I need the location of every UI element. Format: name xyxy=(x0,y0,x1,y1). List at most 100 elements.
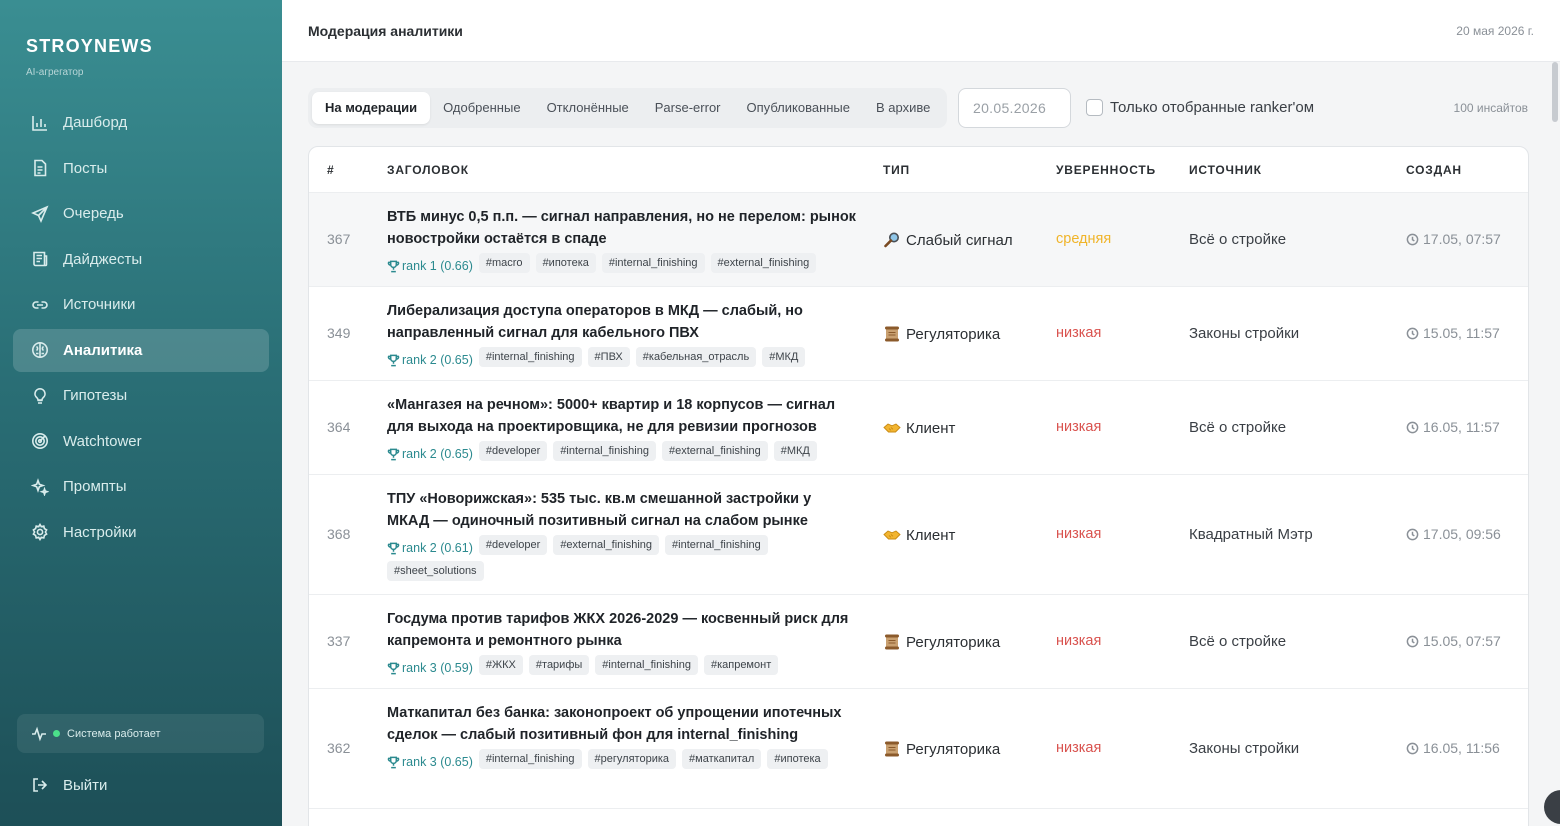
tab-1[interactable]: Одобренные xyxy=(430,92,533,124)
row-title[interactable]: Либерализация доступа операторов в МКД —… xyxy=(387,300,857,344)
system-status: Система работает xyxy=(17,714,264,753)
clock-icon xyxy=(1406,528,1419,540)
pulse-icon xyxy=(32,726,46,741)
header-confidence: УВЕРЕННОСТЬ xyxy=(1056,163,1156,177)
sidebar-item-label: Посты xyxy=(63,159,108,177)
brand-name: STROYNEWS xyxy=(26,36,153,56)
radar-icon xyxy=(31,432,49,450)
sidebar-item-8[interactable]: Промпты xyxy=(13,465,269,508)
table-row[interactable]: 337 Госдума против тарифов ЖКХ 2026-2029 … xyxy=(309,595,1528,689)
document-icon xyxy=(31,159,49,177)
row-title[interactable]: ВТБ минус 0,5 п.п. — сигнал направления,… xyxy=(387,206,857,250)
created-text: 17.05, 07:57 xyxy=(1423,231,1501,247)
trophy-icon xyxy=(387,448,400,460)
row-confidence: средняя xyxy=(1056,231,1112,247)
clock-icon xyxy=(1406,233,1419,245)
header-id: # xyxy=(327,163,335,177)
row-title[interactable]: ТПУ «Новорижская»: 535 тыс. кв.м смешанн… xyxy=(387,488,857,532)
tag-chip: #ипотека xyxy=(535,253,596,273)
rank-badge: rank 2 (0.65) xyxy=(387,444,473,464)
row-created: 16.05, 11:56 xyxy=(1406,740,1500,756)
trophy-icon xyxy=(387,542,400,554)
tag-chip: #internal_finishing xyxy=(478,749,582,769)
rank-text: rank 2 (0.65) xyxy=(402,447,473,461)
table-row[interactable]: 364 «Мангазея на речном»: 5000+ квартир и… xyxy=(309,381,1528,475)
tag-chip: #регуляторика xyxy=(587,749,677,769)
row-title-cell: Либерализация доступа операторов в МКД —… xyxy=(387,300,857,373)
row-created: 17.05, 09:56 xyxy=(1406,526,1501,542)
sidebar-item-1[interactable]: Посты xyxy=(13,147,269,190)
table-body: 367 ВТБ минус 0,5 п.п. — сигнал направлен… xyxy=(309,193,1528,809)
row-type: Регуляторика xyxy=(883,633,1000,651)
logout-button[interactable]: Выйти xyxy=(31,776,107,794)
link-icon xyxy=(31,296,49,314)
rank-badge: rank 1 (0.66) xyxy=(387,256,473,276)
row-id: 362 xyxy=(327,740,351,756)
insights-table: # ЗАГОЛОВОК ТИП УВЕРЕННОСТЬ ИСТОЧНИК СОЗ… xyxy=(308,146,1529,826)
row-meta: rank 2 (0.65) #internal_finishing #ПВХ #каб… xyxy=(387,347,857,373)
row-title-cell: Госдума против тарифов ЖКХ 2026-2029 — к… xyxy=(387,608,857,681)
sidebar-item-3[interactable]: Дайджесты xyxy=(13,238,269,281)
trophy-icon xyxy=(387,756,400,768)
page-scrollbar[interactable] xyxy=(1552,62,1558,122)
sidebar-item-7[interactable]: Watchtower xyxy=(13,420,269,463)
row-type-label: Регуляторика xyxy=(906,325,1001,343)
sidebar-item-label: Дайджесты xyxy=(63,250,143,268)
tag-chip: #капремонт xyxy=(703,655,779,675)
tab-4[interactable]: Опубликованные xyxy=(734,92,864,124)
sidebar-item-4[interactable]: Источники xyxy=(13,283,269,326)
tag-chip: #internal_finishing xyxy=(595,655,698,675)
tag-chip: #ПВХ xyxy=(587,347,630,367)
rank-text: rank 2 (0.65) xyxy=(402,353,473,367)
trophy-icon xyxy=(387,260,400,272)
sidebar-item-label: Дашборд xyxy=(63,114,128,131)
table-row[interactable]: 367 ВТБ минус 0,5 п.п. — сигнал направлен… xyxy=(309,193,1528,287)
row-type-label: Клиент xyxy=(906,419,956,437)
only-ranked-label: Только отобранные ranker'ом xyxy=(1110,99,1315,116)
tag-chip: #developer xyxy=(478,535,548,555)
sidebar-item-6[interactable]: Гипотезы xyxy=(13,374,269,417)
created-text: 15.05, 11:57 xyxy=(1423,325,1500,341)
brain-icon xyxy=(31,341,49,359)
row-title-cell: Маткапитал без банка: законопроект об уп… xyxy=(387,702,857,775)
brand-subtitle: AI-агрегатор xyxy=(26,67,84,78)
date-filter-input[interactable] xyxy=(958,88,1071,128)
tab-3[interactable]: Parse-error xyxy=(642,92,734,124)
row-type-label: Регуляторика xyxy=(906,633,1001,651)
sidebar-item-2[interactable]: Очередь xyxy=(13,192,269,235)
table-row[interactable]: 368 ТПУ «Новорижская»: 535 тыс. кв.м смеш… xyxy=(309,475,1528,595)
row-title[interactable]: Госдума против тарифов ЖКХ 2026-2029 — к… xyxy=(387,608,857,652)
floating-action-button[interactable] xyxy=(1544,790,1560,824)
header-type: ТИП xyxy=(883,163,910,177)
row-meta: rank 3 (0.59) #ЖКХ #тарифы #internal_finish… xyxy=(387,655,857,681)
tag-chip: #internal_finishing xyxy=(601,253,705,273)
clock-icon xyxy=(1406,635,1419,647)
tab-2[interactable]: Отклонённые xyxy=(534,92,642,124)
logout-label: Выйти xyxy=(63,776,108,794)
tab-0[interactable]: На модерации xyxy=(312,92,431,124)
lightbulb-icon xyxy=(31,387,49,405)
table-row[interactable]: 362 Маткапитал без банка: законопроект об… xyxy=(309,689,1528,809)
sidebar-item-0[interactable]: Дашборд xyxy=(13,101,269,144)
sidebar-item-label: Промпты xyxy=(63,478,127,495)
handshake-icon xyxy=(883,419,901,437)
only-ranked-checkbox[interactable] xyxy=(1086,99,1103,116)
table-row[interactable]: 349 Либерализация доступа операторов в МК… xyxy=(309,287,1528,381)
tag-chip: #internal_finishing xyxy=(478,347,582,367)
row-created: 15.05, 11:57 xyxy=(1406,325,1500,341)
row-source: Всё о стройке xyxy=(1189,231,1287,248)
row-title[interactable]: «Мангазея на речном»: 5000+ квартир и 18… xyxy=(387,394,857,438)
only-ranked-toggle[interactable]: Только отобранные ranker'ом xyxy=(1086,99,1314,116)
sidebar-item-5[interactable]: Аналитика xyxy=(13,328,269,372)
row-meta: rank 2 (0.61) #developer #external_finishi… xyxy=(387,535,857,587)
tab-5[interactable]: В архиве xyxy=(863,92,943,124)
row-title[interactable]: Маткапитал без банка: законопроект об уп… xyxy=(387,702,857,746)
sidebar-item-9[interactable]: Настройки xyxy=(13,511,269,554)
page-header: Модерация аналитики 20 мая 2026 г. xyxy=(282,0,1560,62)
scroll-icon xyxy=(883,633,901,651)
row-id: 368 xyxy=(327,526,351,542)
rank-badge: rank 3 (0.59) xyxy=(387,658,473,678)
newspaper-icon xyxy=(31,250,49,268)
row-id: 349 xyxy=(327,325,351,341)
row-meta: rank 1 (0.66) #macro #ипотека #internal_fin… xyxy=(387,253,857,279)
